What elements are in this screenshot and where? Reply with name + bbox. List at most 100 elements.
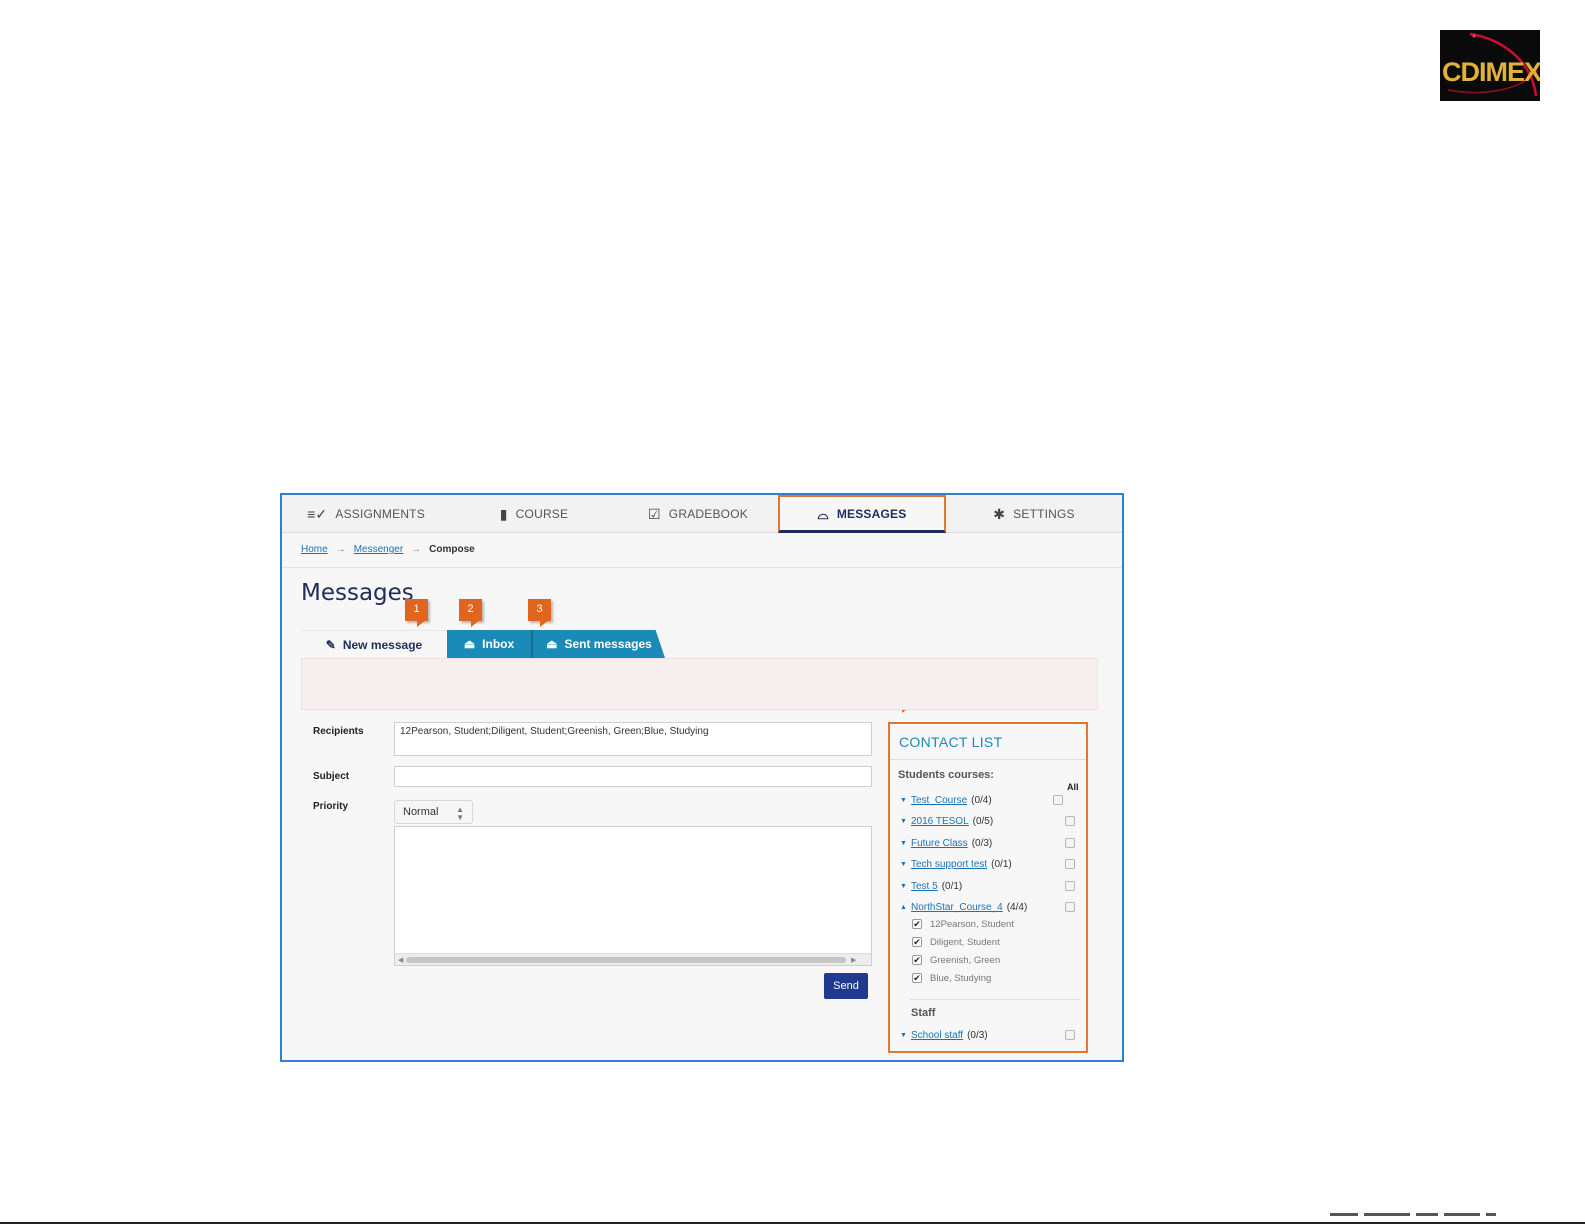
page-title: Messages [301, 580, 414, 606]
gear-icon: ✱ [993, 506, 1006, 522]
breadcrumb: Home → Messenger → Compose [301, 544, 475, 555]
staff-divider [910, 999, 1080, 1000]
course-checkbox[interactable] [1065, 902, 1075, 912]
horizontal-scrollbar[interactable]: ◀ ▶ [395, 953, 871, 965]
course-count: (0/5) [972, 815, 994, 827]
course-checkbox[interactable] [1065, 838, 1075, 848]
breadcrumb-messenger-link[interactable]: Messenger [354, 544, 403, 555]
nav-assignments[interactable]: ≡✓ ASSIGNMENTS [282, 495, 450, 533]
course-checkbox[interactable] [1065, 816, 1075, 826]
member-row: ✔ Diligent, Student [912, 935, 1000, 949]
subject-field[interactable] [394, 766, 872, 787]
breadcrumb-home-link[interactable]: Home [301, 544, 328, 555]
course-link[interactable]: Test 5 [911, 881, 938, 892]
breadcrumb-separator: → [335, 544, 346, 555]
member-checkbox[interactable]: ✔ [912, 937, 922, 947]
nav-course[interactable]: ▮ COURSE [450, 495, 618, 533]
contact-list-title: CONTACT LIST [890, 724, 1086, 760]
course-count: (0/1) [941, 880, 963, 892]
logo-text: CDIMEX [1442, 57, 1540, 87]
course-row: ▼ Future Class (0/3) [900, 835, 1082, 851]
course-link[interactable]: NorthStar_Course_4 [911, 902, 1003, 913]
course-row: ▼ Tech support test (0/1) [900, 856, 1082, 872]
priority-value: Normal [403, 806, 439, 818]
course-count: (0/4) [971, 794, 992, 806]
course-count: (0/3) [971, 837, 993, 849]
recipients-field[interactable]: 12Pearson, Student;Diligent, Student;Gre… [394, 722, 872, 756]
course-checkbox[interactable] [1065, 881, 1075, 891]
expand-caret-icon[interactable]: ▼ [900, 1032, 911, 1039]
top-navigation: ≡✓ ASSIGNMENTS ▮ COURSE ☑ GRADEBOOK ⌓ ME… [282, 495, 1122, 533]
scroll-left-icon[interactable]: ◀ [398, 954, 403, 966]
nav-messages-label: MESSAGES [836, 506, 907, 521]
course-link[interactable]: Test_Course [911, 795, 967, 806]
member-name: 12Pearson, Student [930, 918, 1014, 930]
collapse-caret-icon[interactable]: ▲ [900, 904, 911, 911]
callout-badge-2: 2 [459, 599, 482, 627]
message-body-textarea[interactable]: ◀ ▶ [394, 826, 872, 966]
expand-caret-icon[interactable]: ▼ [900, 883, 911, 890]
inbox-tray-icon: ⌓ [817, 505, 829, 522]
nav-assignments-label: ASSIGNMENTS [335, 507, 425, 521]
member-name: Blue, Studying [930, 972, 992, 984]
expand-caret-icon[interactable]: ▼ [900, 797, 911, 804]
course-row: ▲ NorthStar_Course_4 (4/4) [900, 899, 1082, 915]
lms-window: ≡✓ ASSIGNMENTS ▮ COURSE ☑ GRADEBOOK ⌓ ME… [280, 493, 1124, 1062]
member-row: ✔ 12Pearson, Student [912, 917, 1014, 931]
tab-sent-messages[interactable]: ⏏ Sent messages [531, 630, 665, 658]
course-row: ▼ Test 5 (0/1) [900, 878, 1082, 894]
recipients-label: Recipients [313, 726, 364, 737]
callout-badge-3: 3 [528, 599, 551, 627]
expand-caret-icon[interactable]: ▼ [900, 840, 911, 847]
course-count: (0/1) [991, 858, 1012, 870]
cdimex-logo: CDIMEX [1440, 30, 1540, 101]
students-courses-heading: Students courses: [898, 769, 994, 781]
nav-course-label: COURSE [515, 507, 569, 521]
course-row: ▼ School staff (0/3) [900, 1027, 1082, 1043]
nav-gradebook-label: GRADEBOOK [668, 507, 748, 521]
member-name: Greenish, Green [930, 954, 1001, 966]
course-checkbox[interactable] [1065, 859, 1075, 869]
outbox-icon: ⏏ [546, 637, 558, 651]
assignments-icon: ≡✓ [307, 506, 328, 522]
checkbox-icon: ☑ [648, 506, 661, 522]
member-name: Diligent, Student [930, 936, 1000, 948]
contact-list-panel: CONTACT LIST Students courses: All ▼ Tes… [888, 722, 1088, 1053]
nav-settings[interactable]: ✱ SETTINGS [946, 495, 1122, 533]
nav-gradebook[interactable]: ☑ GRADEBOOK [618, 495, 778, 533]
tab-inbox[interactable]: ⏏ Inbox [447, 630, 531, 658]
course-count: (4/4) [1006, 901, 1028, 913]
tab-new-message[interactable]: ✎ New message [301, 630, 447, 658]
course-count: (0/3) [967, 1029, 988, 1041]
footer-rule [0, 1222, 1585, 1224]
tab-new-message-label: New message [342, 637, 423, 652]
nav-settings-label: SETTINGS [1013, 507, 1075, 521]
tab-panel [301, 658, 1098, 710]
course-link[interactable]: School staff [911, 1030, 963, 1041]
course-link[interactable]: 2016 TESOL [911, 816, 969, 827]
tab-inbox-label: Inbox [482, 637, 515, 651]
scrollbar-thumb[interactable] [406, 957, 846, 963]
priority-label: Priority [313, 801, 349, 812]
priority-select[interactable]: Normal ▲ ▼ [394, 800, 473, 824]
book-icon: ▮ [499, 506, 508, 522]
course-row: ▼ 2016 TESOL (0/5) [900, 813, 1082, 829]
callout-badge-1: 1 [405, 599, 428, 627]
nav-messages[interactable]: ⌓ MESSAGES [778, 495, 946, 533]
course-link[interactable]: Tech support test [911, 859, 987, 870]
breadcrumb-separator: → [411, 544, 422, 555]
breadcrumb-current: Compose [429, 544, 475, 555]
send-button[interactable]: Send [824, 973, 868, 999]
select-all-label: All [1067, 782, 1079, 792]
course-row: ▼ Test_Course (0/4) [900, 792, 1082, 808]
expand-caret-icon[interactable]: ▼ [900, 818, 911, 825]
member-checkbox[interactable]: ✔ [912, 919, 922, 929]
course-link[interactable]: Future Class [911, 838, 968, 849]
inbox-icon: ⏏ [463, 637, 476, 651]
member-checkbox[interactable]: ✔ [912, 955, 922, 965]
expand-caret-icon[interactable]: ▼ [900, 861, 911, 868]
compose-icon: ✎ [325, 637, 336, 652]
member-checkbox[interactable]: ✔ [912, 973, 922, 983]
course-checkbox[interactable] [1065, 1030, 1075, 1040]
scroll-right-icon[interactable]: ▶ [851, 954, 856, 966]
